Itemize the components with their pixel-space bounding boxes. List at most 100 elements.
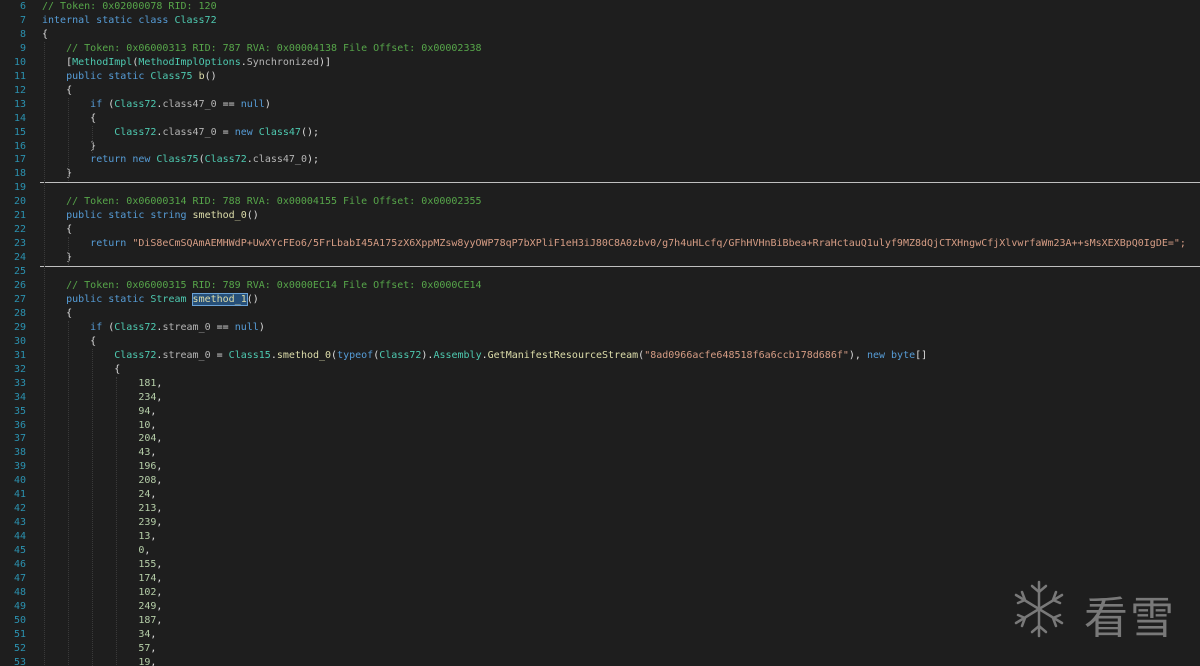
code-line[interactable]: 25 — [0, 265, 1200, 279]
code-token: new — [234, 126, 259, 138]
code-line[interactable]: 30 { — [0, 335, 1200, 349]
code-token: 34 — [138, 628, 151, 640]
code-line[interactable]: 39 196, — [0, 460, 1200, 474]
code-token: { — [42, 84, 73, 96]
line-number: 42 — [13, 503, 26, 515]
code-line[interactable]: 34 234, — [0, 391, 1200, 405]
code-line[interactable]: 29 if (Class72.stream_0 == null) — [0, 321, 1200, 335]
code-line[interactable]: 7 internal static class Class72 — [0, 14, 1200, 28]
code-line[interactable]: 18 } — [0, 167, 1200, 181]
code-line[interactable]: 19 — [0, 181, 1200, 195]
code-token: ); — [306, 154, 320, 166]
line-number: 23 — [13, 238, 26, 250]
code-token: , — [156, 559, 163, 570]
code-line[interactable]: 10 [MethodImpl(MethodImplOptions.Synchro… — [0, 56, 1200, 70]
code-line[interactable]: 53 19, — [0, 656, 1200, 666]
code-line[interactable]: 45 0, — [0, 544, 1200, 558]
code-line[interactable]: 43 239, — [0, 516, 1200, 530]
code-text: // Token: 0x06000314 RID: 788 RVA: 0x000… — [42, 195, 481, 209]
code-text: 181, — [42, 377, 162, 391]
code-line[interactable]: 13 if (Class72.class47_0 == null) — [0, 98, 1200, 112]
code-token: { — [42, 363, 121, 375]
code-line[interactable]: 36 10, — [0, 419, 1200, 433]
line-number: 24 — [13, 252, 26, 264]
code-line[interactable]: 40 208, — [0, 474, 1200, 488]
code-line[interactable]: 8{ — [0, 28, 1200, 42]
code-token: 213 — [138, 503, 157, 515]
code-token: public static string — [66, 210, 193, 222]
code-editor[interactable]: 6 // Token: 0x02000078 RID: 120 7 internal … — [0, 0, 1200, 666]
code-text: Class72.class47_0 = new Class47(); — [42, 126, 319, 140]
kanxue-watermark: 看雪 — [1010, 578, 1180, 644]
code-line[interactable]: 24 } — [0, 251, 1200, 265]
line-number: 7 — [19, 14, 26, 26]
code-line[interactable]: 6 // Token: 0x02000078 RID: 120 — [0, 0, 1200, 14]
watermark-text: 看雪 — [1084, 593, 1176, 644]
code-token: 43 — [138, 447, 151, 459]
code-text: 0, — [42, 544, 150, 558]
code-text: { — [42, 335, 96, 349]
code-token: smethod_0 — [276, 349, 332, 361]
line-number: 34 — [13, 391, 26, 403]
code-token: )] — [319, 56, 332, 68]
code-token: , — [156, 503, 163, 515]
line-number: 25 — [13, 266, 26, 278]
line-number: 38 — [13, 447, 26, 459]
code-token: , — [150, 419, 157, 431]
line-number: 16 — [13, 140, 26, 152]
code-line[interactable]: 52 57, — [0, 642, 1200, 656]
code-line[interactable]: 9 // Token: 0x06000313 RID: 787 RVA: 0x0… — [0, 42, 1200, 56]
line-number: 51 — [13, 628, 26, 640]
code-line[interactable]: 15 Class72.class47_0 = new Class47(); — [0, 126, 1200, 140]
code-text: 24, — [42, 488, 156, 502]
code-text: internal static class Class72 — [42, 14, 217, 28]
code-line[interactable]: 16 } — [0, 140, 1200, 154]
code-line[interactable]: 14 { — [0, 112, 1200, 126]
code-text: public static string smethod_0() — [42, 209, 259, 223]
code-line[interactable]: 12 { — [0, 84, 1200, 98]
line-number: 39 — [13, 461, 26, 473]
code-token: MethodImplOptions — [138, 56, 241, 68]
code-token: 155 — [138, 559, 157, 570]
code-line[interactable]: 31 Class72.stream_0 = Class15.smethod_0(… — [0, 349, 1200, 363]
code-line[interactable]: 17 return new Class75(Class72.class47_0)… — [0, 153, 1200, 167]
code-token: , — [156, 391, 163, 403]
code-line[interactable]: 26 // Token: 0x06000315 RID: 789 RVA: 0x… — [0, 279, 1200, 293]
code-line[interactable]: 11 public static Class75 b() — [0, 70, 1200, 84]
code-token: Class75 — [150, 70, 193, 82]
line-number: 9 — [19, 42, 26, 54]
code-token: // Token: 0x06000315 RID: 789 RVA: 0x000… — [66, 280, 482, 291]
code-token: 102 — [138, 586, 157, 598]
code-line[interactable]: 33 181, — [0, 377, 1200, 391]
code-line[interactable]: 42 213, — [0, 502, 1200, 516]
code-line[interactable]: 44 13, — [0, 530, 1200, 544]
line-number: 44 — [13, 531, 26, 543]
method-separator — [40, 265, 1200, 267]
code-line[interactable]: 23 return "DiS8eCmSQAmAEMHWdP+UwXYcFEo6/… — [0, 237, 1200, 251]
code-token: Assembly — [433, 349, 482, 361]
code-line[interactable]: 27 public static Stream smethod_1() — [0, 292, 1200, 307]
code-line[interactable]: 21 public static string smethod_0() — [0, 209, 1200, 223]
code-line[interactable]: 20 // Token: 0x06000314 RID: 788 RVA: 0x… — [0, 195, 1200, 209]
code-line[interactable]: 46 155, — [0, 558, 1200, 572]
code-token: public static — [66, 70, 151, 82]
code-token: , — [156, 433, 163, 445]
code-token: 10 — [138, 419, 151, 431]
code-line[interactable]: 22 { — [0, 223, 1200, 237]
code-token: MethodImpl — [72, 56, 133, 68]
code-line[interactable]: 41 24, — [0, 488, 1200, 502]
code-line[interactable]: 35 94, — [0, 405, 1200, 419]
code-line[interactable]: 32 { — [0, 363, 1200, 377]
line-number: 29 — [13, 321, 26, 333]
code-line[interactable]: 28 { — [0, 307, 1200, 321]
code-text: if (Class72.class47_0 == null) — [42, 98, 271, 112]
code-line[interactable]: 37 204, — [0, 432, 1200, 446]
code-text: 155, — [42, 558, 162, 572]
code-line[interactable]: 38 43, — [0, 446, 1200, 460]
